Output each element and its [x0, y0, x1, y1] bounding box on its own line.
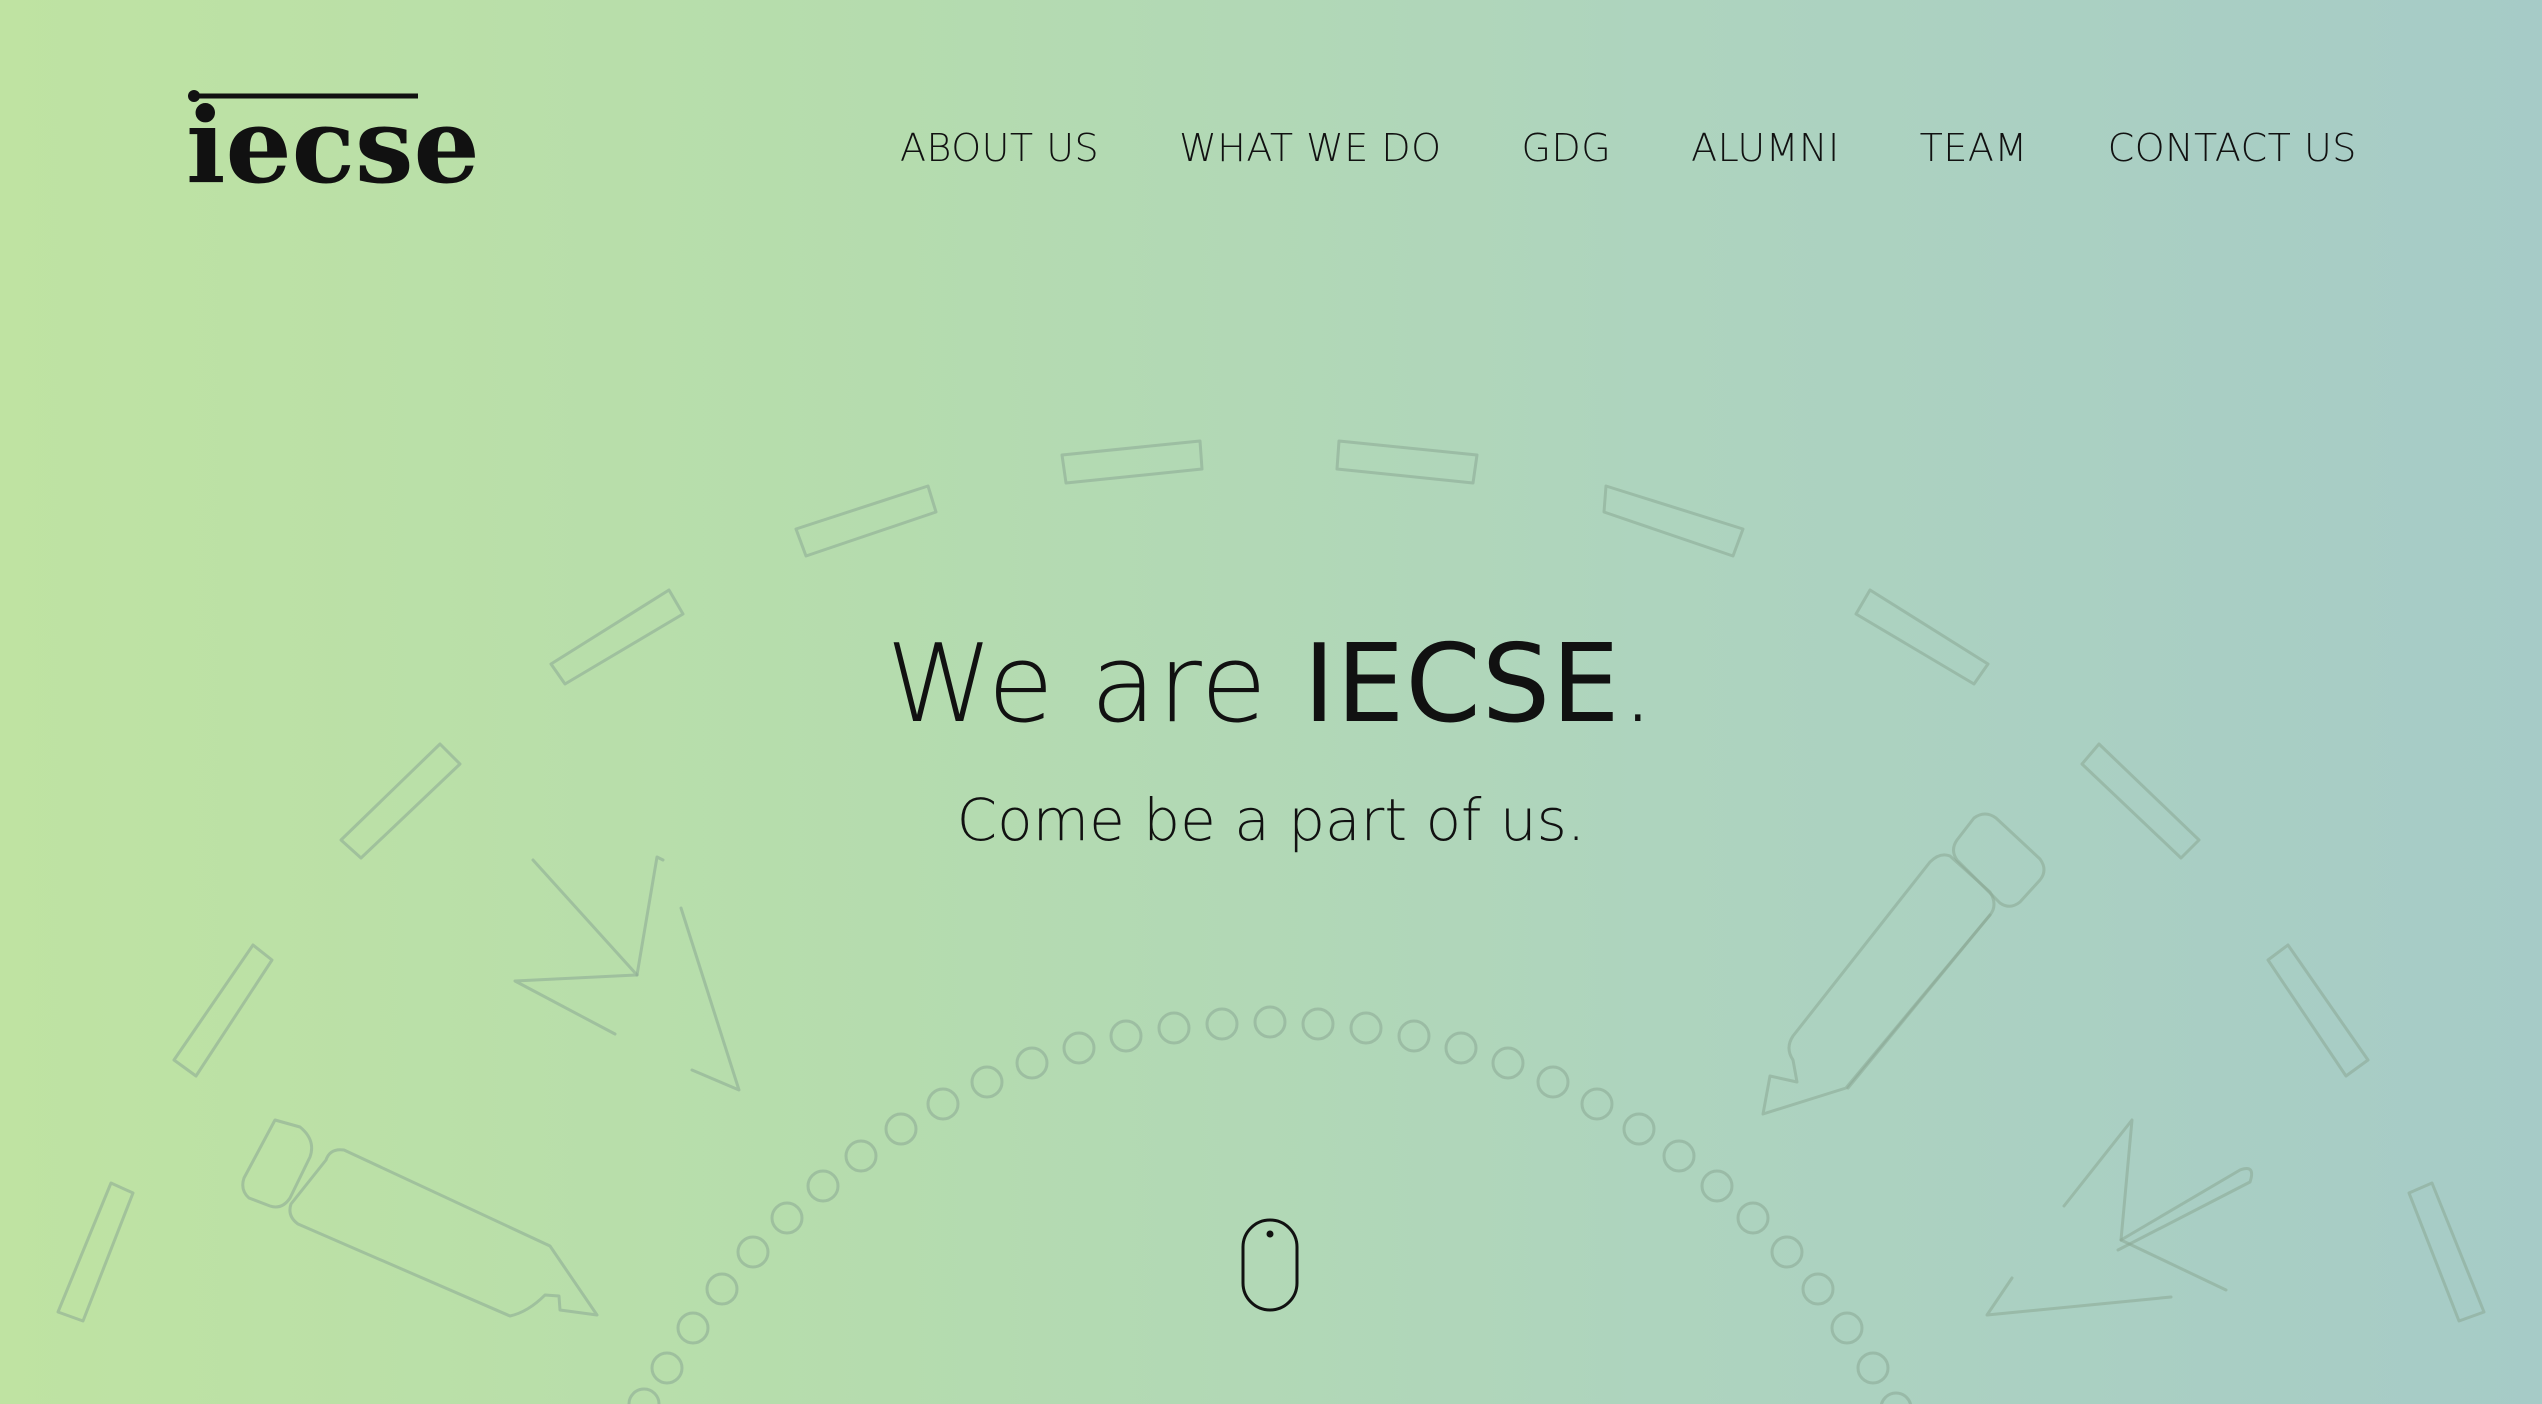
nav-team[interactable]: TEAM — [1920, 126, 2028, 170]
hero-title: We are IECSE. — [0, 620, 2542, 750]
left-pencil-doodle — [241, 1118, 599, 1318]
nav-gdg[interactable]: GDG — [1522, 126, 1612, 170]
hero-title-suffix: . — [1620, 622, 1656, 747]
logo-text: iecse — [186, 84, 480, 194]
iecse-logo[interactable]: iecse — [186, 82, 496, 194]
nav-about-us[interactable]: ABOUT US — [900, 126, 1099, 170]
hero-title-prefix: We are — [886, 622, 1304, 747]
inner-dotted-ring — [627, 1005, 1913, 1404]
main-nav: ABOUT US WHAT WE DO GDG ALUMNI TEAM CONT… — [900, 118, 2357, 178]
nav-alumni[interactable]: ALUMNI — [1691, 126, 1840, 170]
nav-what-we-do[interactable]: WHAT WE DO — [1179, 126, 1441, 170]
right-arrow-doodle — [1985, 1118, 2254, 1317]
site-header: iecse ABOUT US WHAT WE DO GDG ALUMNI TEA… — [0, 0, 2542, 230]
left-arrow-doodle — [513, 855, 741, 1092]
outer-dashed-ring — [56, 439, 2486, 1323]
right-pencil-doodle — [1761, 812, 2046, 1116]
hero-subtitle: Come be a part of us. — [956, 786, 1586, 854]
nav-contact-us[interactable]: CONTACT US — [2108, 126, 2357, 170]
mouse-scroll-icon[interactable] — [1241, 1218, 1299, 1312]
hero-title-strong: IECSE — [1303, 622, 1621, 747]
